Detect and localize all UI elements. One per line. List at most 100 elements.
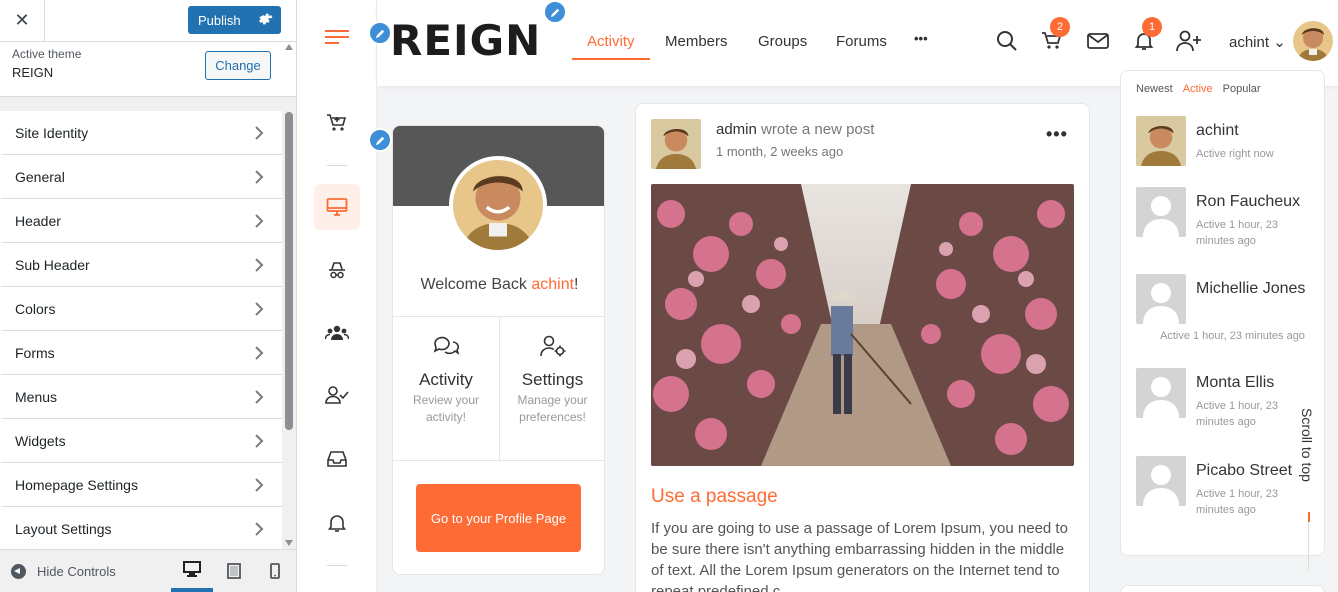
- post-time[interactable]: 1 month, 2 weeks ago: [716, 144, 843, 159]
- section-sub-header[interactable]: Sub Header: [0, 243, 282, 287]
- nav-more[interactable]: •••: [914, 31, 928, 46]
- default-avatar-icon: [1136, 456, 1186, 506]
- blossom-path-photo: [651, 184, 1074, 466]
- edit-shortcut[interactable]: [368, 21, 392, 45]
- tab-active[interactable]: Active: [1183, 83, 1213, 95]
- chat-bubbles-icon: [433, 336, 460, 355]
- scroll-up-arrow[interactable]: [285, 44, 293, 50]
- post-author[interactable]: admin: [716, 121, 757, 138]
- edit-shortcut[interactable]: [368, 128, 392, 152]
- scrollbar-thumb[interactable]: [285, 112, 293, 430]
- section-label: Layout Settings: [15, 520, 112, 537]
- edit-logo-shortcut[interactable]: [543, 0, 567, 24]
- member-name[interactable]: achint: [1196, 120, 1321, 142]
- post-excerpt: If you are going to use a passage of Lor…: [651, 520, 1068, 592]
- section-menus[interactable]: Menus: [0, 375, 282, 419]
- avatar[interactable]: [1136, 274, 1186, 324]
- section-label: Forms: [15, 344, 55, 361]
- cart-count-badge: 2: [1050, 17, 1070, 37]
- messages-button[interactable]: [1085, 28, 1111, 54]
- nav-activity[interactable]: Activity: [587, 33, 635, 50]
- avatar[interactable]: [449, 156, 547, 254]
- gear-icon[interactable]: [259, 12, 273, 26]
- section-layout-settings[interactable]: Layout Settings: [0, 507, 282, 551]
- avatar[interactable]: [1136, 368, 1186, 418]
- avatar[interactable]: [651, 119, 701, 169]
- collapse-icon: [11, 564, 26, 579]
- settings-shortcut-title: Settings: [521, 370, 584, 389]
- chevron-down-icon: ⌄: [1273, 34, 1286, 51]
- section-header[interactable]: Header: [0, 199, 282, 243]
- search-button[interactable]: [994, 28, 1020, 54]
- members-filter-tabs: Newest Active Popular: [1136, 83, 1271, 95]
- profile-shortcuts: Activity Review your activity! Settings …: [393, 316, 604, 461]
- section-colors[interactable]: Colors: [0, 287, 282, 331]
- nav-members[interactable]: Members: [665, 33, 728, 50]
- publish-button[interactable]: Publish: [188, 6, 281, 34]
- desktop-preview-button[interactable]: [171, 550, 213, 592]
- section-forms[interactable]: Forms: [0, 331, 282, 375]
- tab-popular[interactable]: Popular: [1223, 83, 1261, 95]
- welcome-username[interactable]: achint: [531, 276, 574, 293]
- member-status: Active 1 hour, 23 minutes ago: [1196, 219, 1278, 247]
- settings-shortcut[interactable]: Settings Manage your preferences!: [499, 317, 604, 461]
- tab-newest[interactable]: Newest: [1136, 83, 1173, 95]
- member-name[interactable]: Michellie Jones: [1196, 278, 1321, 300]
- chevron-right-icon: [255, 434, 264, 448]
- post-options-button[interactable]: •••: [1046, 124, 1068, 145]
- member-name[interactable]: Ron Faucheux: [1196, 191, 1321, 213]
- site-logo[interactable]: REIGN: [390, 16, 541, 65]
- section-general[interactable]: General: [0, 155, 282, 199]
- customizer-header: ✕ Publish: [0, 0, 296, 42]
- sidebar-notifications[interactable]: [314, 500, 360, 546]
- avatar[interactable]: [1136, 456, 1186, 506]
- desktop-icon: [183, 561, 201, 577]
- close-icon[interactable]: ✕: [0, 0, 45, 41]
- post-image[interactable]: [651, 184, 1074, 466]
- section-label: Menus: [15, 388, 58, 405]
- sidebar-groups[interactable]: [314, 310, 360, 356]
- avatar[interactable]: [1136, 187, 1186, 237]
- activity-shortcut[interactable]: Activity Review your activity!: [393, 317, 499, 461]
- sidebar-members[interactable]: [314, 372, 360, 418]
- nav-active-indicator: [572, 58, 650, 60]
- post-title[interactable]: Use a passage: [651, 486, 778, 508]
- user-check-icon: [325, 386, 349, 404]
- activity-shortcut-title: Activity: [419, 370, 473, 389]
- sidebar-activity[interactable]: [314, 184, 360, 230]
- default-avatar-icon: [1136, 187, 1186, 237]
- sidebar-cart[interactable]: [314, 100, 360, 146]
- site-preview: REIGN Activity Members Groups Forums •••…: [297, 0, 1338, 592]
- avatar[interactable]: [1293, 21, 1333, 61]
- section-site-identity[interactable]: Site Identity: [0, 111, 282, 155]
- nav-forums[interactable]: Forums: [836, 33, 887, 50]
- member-status: Active right now: [1196, 148, 1274, 160]
- section-homepage-settings[interactable]: Homepage Settings: [0, 463, 282, 507]
- customizer-scrollbar[interactable]: [284, 42, 294, 548]
- hide-controls-button[interactable]: Hide Controls: [11, 564, 116, 579]
- member-name[interactable]: Monta Ellis: [1196, 372, 1321, 394]
- section-label: Header: [15, 212, 61, 229]
- sidebar-inbox[interactable]: [314, 436, 360, 482]
- user-menu[interactable]: achint ⌄: [1229, 33, 1286, 51]
- avatar[interactable]: [1136, 116, 1186, 166]
- scroll-progress-indicator: [1308, 512, 1310, 522]
- mail-icon: [1087, 33, 1109, 49]
- change-theme-button[interactable]: Change: [205, 51, 271, 80]
- spy-icon: [329, 262, 345, 279]
- member-status: Active 1 hour, 23 minutes ago: [1196, 400, 1278, 428]
- profile-page-button[interactable]: Go to your Profile Page: [416, 484, 581, 552]
- mobile-preview-button[interactable]: [254, 550, 296, 592]
- user-avatar-image: [651, 119, 701, 169]
- scroll-to-top-button[interactable]: Scroll to top: [1299, 408, 1315, 482]
- section-label: General: [15, 168, 65, 185]
- chevron-right-icon: [255, 478, 264, 492]
- nav-groups[interactable]: Groups: [758, 33, 807, 50]
- sidebar-anonymous[interactable]: [314, 248, 360, 294]
- scroll-down-arrow[interactable]: [285, 540, 293, 546]
- section-widgets[interactable]: Widgets: [0, 419, 282, 463]
- menu-toggle-button[interactable]: [314, 14, 360, 60]
- cart-icon: [327, 114, 347, 131]
- add-friend-button[interactable]: [1176, 28, 1202, 54]
- tablet-preview-button[interactable]: [213, 550, 255, 592]
